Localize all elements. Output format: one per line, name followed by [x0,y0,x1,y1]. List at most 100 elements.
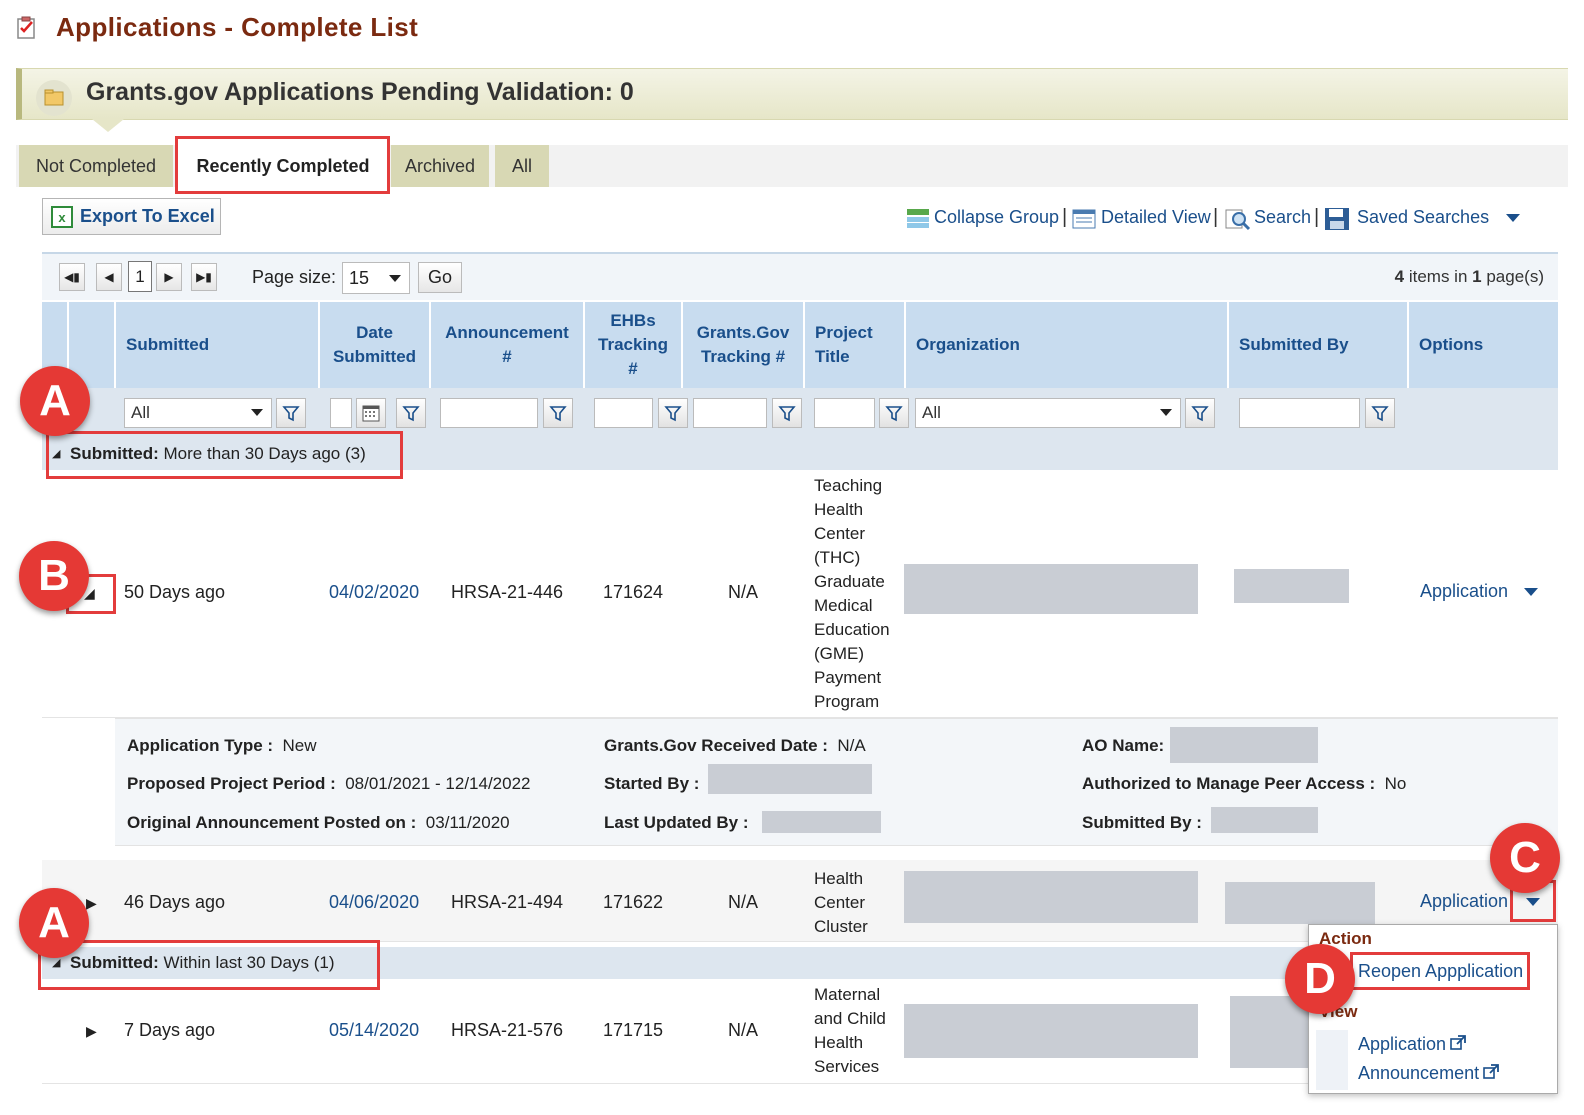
folder-icon [36,80,72,116]
filter-icon[interactable] [1185,398,1215,428]
filter-icon[interactable] [879,398,909,428]
current-page-number[interactable]: 1 [128,261,152,292]
items-count: 4 [1394,267,1405,286]
cell-submitted: 7 Days ago [124,1020,216,1040]
filter-icon[interactable] [276,398,306,428]
excel-icon: x [51,206,73,228]
pending-validation-text: Grants.gov Applications Pending Validati… [86,78,634,106]
filter-icon[interactable] [396,398,426,428]
callout-marker-d: D [1285,944,1355,1014]
page-size-select[interactable]: 15 [342,262,410,294]
cell-project-title: Maternal and Child Health Services [814,985,886,1076]
expand-row-triangle-icon[interactable]: ▶ [86,1023,97,1040]
chevron-down-icon [389,275,401,282]
filter-icon[interactable] [658,398,688,428]
view-application-link[interactable]: Application [1358,1034,1446,1055]
pages-count: 1 [1472,267,1482,286]
tab-all[interactable]: All [495,145,549,187]
column-header-project-title[interactable]: Project Title [803,302,904,388]
svg-text:x: x [58,210,66,225]
items-info: 4 items in 1 page(s) [1395,267,1544,287]
detail-label: Submitted By : [1082,813,1202,832]
filter-icon[interactable] [543,398,573,428]
redacted-detail-submitted-by [1211,807,1318,833]
project-title-filter-input[interactable] [814,398,875,428]
tab-archived[interactable]: Archived [391,145,489,187]
column-header-ehbs-tracking[interactable]: EHBs Tracking # [583,302,681,388]
detailed-view-link[interactable]: Detailed View [1101,207,1211,228]
cell-date-submitted: 04/06/2020 [329,892,420,912]
column-header-grants-gov-tracking[interactable]: Grants.Gov Tracking # [681,302,803,388]
highlight-tab-box [175,136,390,194]
column-header-options: Options [1407,302,1558,388]
toolbar-separator: | [1213,206,1219,228]
chevron-down-icon [251,409,263,416]
cell-project-title: Teaching Health Center (THC) Graduate Me… [814,476,890,711]
column-header-announcement[interactable]: Announcement # [429,302,583,388]
cell-announcement: HRSA-21-576 [451,1020,564,1040]
chevron-down-icon[interactable] [1505,213,1521,223]
ehbs-filter-input[interactable] [594,398,653,428]
saved-searches-link[interactable]: Saved Searches [1357,207,1489,228]
tab-not-completed[interactable]: Not Completed [19,145,173,187]
cell-announcement: HRSA-21-494 [451,892,564,912]
submitted-by-filter-input[interactable] [1239,398,1360,428]
menu-gutter [1316,1030,1348,1090]
chevron-down-icon[interactable] [1524,588,1538,597]
prev-page-button[interactable]: ◀ [96,263,122,291]
page-size-value: 15 [349,268,370,288]
column-header-organization[interactable]: Organization [904,302,1227,388]
page-size-label: Page size: [252,267,337,287]
date-filter-input[interactable] [330,398,352,428]
cell-grants-gov: N/A [728,582,759,602]
clipboard-icon [17,16,35,39]
detailed-view-icon [1072,209,1096,229]
chevron-down-icon [1160,409,1172,416]
page-title: Applications - Complete List [56,12,419,42]
redacted-organization [904,564,1198,614]
items-text: items in [1404,267,1473,286]
redacted-submitted-by [1225,882,1375,924]
next-page-button[interactable]: ▶ [156,263,182,291]
redacted-started-by [708,764,872,794]
detail-value: New [282,736,317,755]
calendar-icon[interactable] [356,398,386,428]
cell-grants-gov: N/A [728,892,759,912]
toolbar-separator: | [1314,206,1320,228]
last-page-button[interactable]: ▶▮ [191,263,217,291]
callout-marker-b: B [19,541,89,611]
detail-value: 08/01/2021 - 12/14/2022 [345,774,531,793]
grants-gov-filter-input[interactable] [693,398,767,428]
detail-label: Original Announcement Posted on : [127,813,417,832]
organization-filter-select[interactable]: All [915,398,1181,428]
filter-icon[interactable] [1365,398,1395,428]
detail-value: 03/11/2020 [425,813,510,832]
view-announcement-link[interactable]: Announcement [1358,1063,1479,1084]
expand-row-triangle-icon[interactable]: ▶ [86,895,97,912]
column-header-submitted[interactable]: Submitted [114,302,318,388]
detail-value: N/A [837,736,866,755]
column-header-submitted-by[interactable]: Submitted By [1227,302,1407,388]
detail-label: Last Updated By : [604,813,749,832]
external-link-icon [1483,1064,1499,1079]
collapse-group-link[interactable]: Collapse Group [934,207,1059,228]
search-link[interactable]: Search [1254,207,1311,228]
callout-marker-a: A [19,888,89,958]
filter-icon[interactable] [772,398,802,428]
application-options-link[interactable]: Application [1420,891,1508,912]
announcement-filter-input[interactable] [440,398,538,428]
application-options-link[interactable]: Application [1420,581,1508,602]
cell-grants-gov: N/A [728,1020,759,1040]
collapse-group-icon [907,209,929,228]
go-button[interactable]: Go [418,262,462,293]
submitted-filter-select[interactable]: All [124,398,272,428]
first-page-button[interactable]: ◀▮ [59,263,85,291]
detail-label: Authorized to Manage Peer Access : [1082,774,1376,793]
search-icon [1225,209,1251,231]
detail-label: Application Type : [127,736,274,755]
cell-announcement: HRSA-21-446 [451,582,564,602]
cell-ehbs: 171622 [603,892,664,912]
redacted-last-updated-by [762,811,881,833]
column-header-date-submitted[interactable]: Date Submitted [318,302,429,388]
detail-value: No [1384,774,1407,793]
